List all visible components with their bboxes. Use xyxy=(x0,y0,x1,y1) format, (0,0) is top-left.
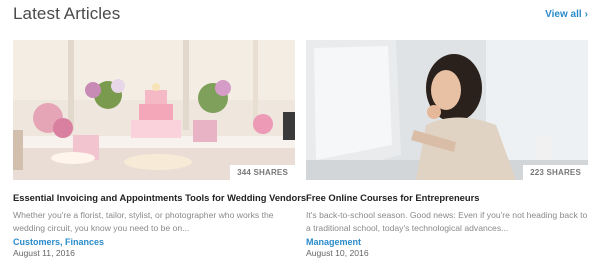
article-thumbnail-wedding[interactable]: 344 SHARES xyxy=(13,40,295,180)
tag-link-customers[interactable]: Customers xyxy=(13,237,60,247)
article-title[interactable]: Free Online Courses for Entrepreneurs xyxy=(306,192,588,203)
woman-at-computer-image xyxy=(306,40,588,180)
article-card-courses: 223 SHARES Free Online Courses for Entre… xyxy=(306,40,588,258)
view-all-link[interactable]: View all › xyxy=(545,9,588,20)
article-tags: Management xyxy=(306,237,588,247)
article-excerpt: It's back-to-school season. Good news: E… xyxy=(306,210,588,233)
article-excerpt: Whether you're a florist, tailor, stylis… xyxy=(13,210,274,233)
article-card-wedding: 344 SHARES Essential Invoicing and Appoi… xyxy=(13,40,306,258)
article-date: August 10, 2016 xyxy=(306,248,369,258)
article-date: August 11, 2016 xyxy=(13,248,75,258)
section-header: Latest Articles View all › xyxy=(13,4,588,30)
tag-link-management[interactable]: Management xyxy=(306,237,361,247)
article-title[interactable]: Essential Invoicing and Appointments Too… xyxy=(13,192,306,203)
share-count: 223 SHARES xyxy=(523,165,588,180)
tag-link-finances[interactable]: Finances xyxy=(65,237,104,247)
article-tags: Customers, Finances xyxy=(13,237,105,247)
chevron-right-icon: › xyxy=(584,9,588,20)
article-thumbnail-courses[interactable]: 223 SHARES xyxy=(306,40,588,180)
share-count: 344 SHARES xyxy=(230,165,295,180)
view-all-label: View all xyxy=(545,9,582,20)
wedding-desserts-image xyxy=(13,40,295,180)
section-title: Latest Articles xyxy=(13,4,121,23)
